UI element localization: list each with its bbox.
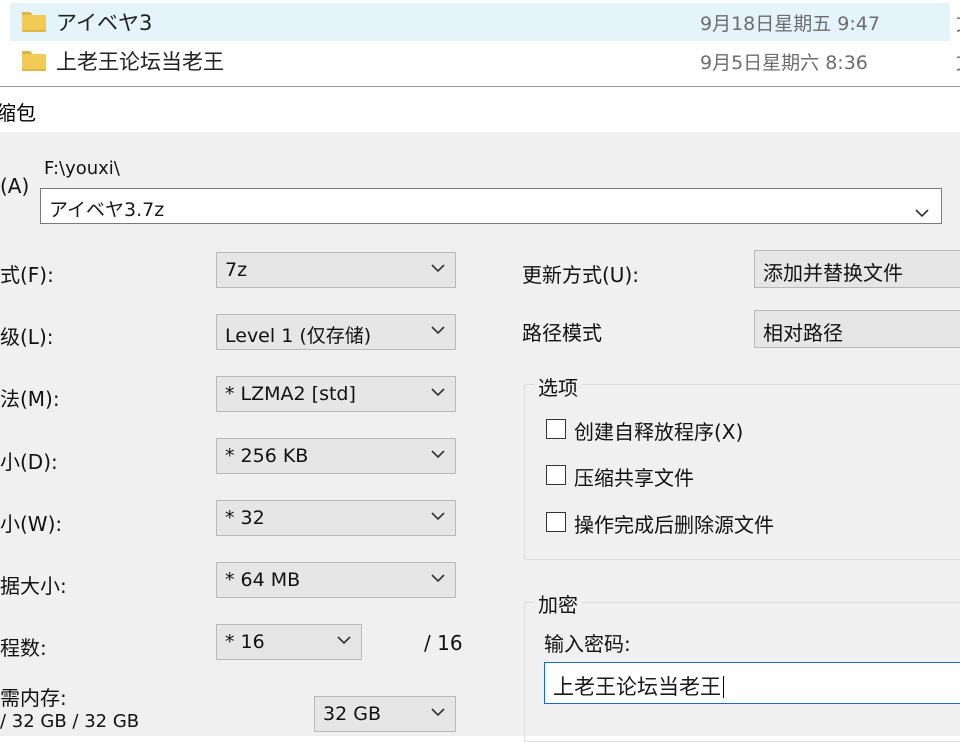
folder-icon (22, 51, 46, 71)
sfx-label[interactable]: 创建自释放程序(X) (574, 416, 743, 445)
archive-name-input[interactable]: アイベヤ3.7z (40, 188, 942, 224)
compression-level-select[interactable]: Level 1 (仅存储) (216, 314, 456, 350)
file-name: 上老王论坛当老王 (56, 50, 224, 74)
file-date: 9月5日星期六 8:36 (700, 51, 868, 74)
file-type: 文 (956, 9, 960, 36)
compression-method-select[interactable]: * LZMA2 [std] (216, 376, 456, 412)
memory-select-value: 32 GB (323, 703, 381, 725)
file-date: 9月18日星期五 9:47 (700, 12, 880, 35)
chevron-down-icon (431, 708, 445, 717)
encryption-caption: 加密 (534, 589, 582, 618)
method-value: * LZMA2 [std] (225, 383, 356, 405)
threads-value: * 16 (225, 631, 265, 653)
chevron-down-icon (431, 326, 445, 335)
chevron-down-icon (431, 388, 445, 397)
delete-after-label[interactable]: 操作完成后删除源文件 (574, 509, 774, 538)
update-mode-value: 添加并替换文件 (763, 261, 903, 285)
dialog-title: 缩包 (0, 101, 36, 125)
options-caption: 选项 (534, 372, 582, 401)
chevron-down-icon[interactable] (915, 201, 929, 223)
update-mode-select[interactable]: 添加并替换文件 (754, 250, 960, 288)
word-size-label: 小(W): (0, 512, 63, 536)
chevron-down-icon (431, 264, 445, 273)
password-label: 输入密码: (544, 632, 631, 656)
archive-name-value: アイベヤ3.7z (49, 199, 165, 221)
shared-files-label[interactable]: 压缩共享文件 (574, 462, 694, 491)
chevron-down-icon (431, 512, 445, 521)
word-size-select[interactable]: * 32 (216, 500, 456, 536)
delete-after-checkbox[interactable] (546, 512, 566, 532)
solid-block-size-label: 据大小: (0, 574, 67, 598)
memory-value: / 32 GB / 32 GB (0, 711, 140, 732)
level-value: Level 1 (仅存储) (225, 325, 372, 347)
password-input[interactable]: 上老王论坛当老王 (544, 662, 960, 704)
memory-select[interactable]: 32 GB (314, 696, 456, 732)
dictionary-size-label: 小(D): (0, 450, 58, 474)
archive-label: (A) (0, 174, 30, 198)
file-row[interactable]: 上老王论坛当老王 9月5日星期六 8:36 文 (10, 42, 960, 80)
file-row[interactable]: アイベヤ3 9月18日星期五 9:47 文 (10, 3, 960, 41)
threads-select[interactable]: * 16 (216, 624, 362, 660)
path-mode-label: 路径模式 (522, 321, 602, 345)
chevron-down-icon (431, 450, 445, 459)
archive-folder-path: F:\youxi\ (44, 158, 120, 179)
threads-label: 程数: (0, 636, 47, 660)
path-mode-value: 相对路径 (763, 321, 843, 345)
dict-value: * 256 KB (225, 445, 309, 467)
level-label: 级(L): (0, 325, 54, 349)
file-explorer-list: アイベヤ3 9月18日星期五 9:47 文 上老王论坛当老王 9月5日星期六 8… (0, 0, 960, 86)
format-select[interactable]: 7z (216, 252, 456, 288)
folder-icon (22, 12, 46, 32)
format-value: 7z (225, 259, 248, 281)
file-type: 文 (956, 48, 960, 75)
solid-block-size-select[interactable]: * 64 MB (216, 562, 456, 598)
dictionary-size-select[interactable]: * 256 KB (216, 438, 456, 474)
memory-label: 需内存: (0, 686, 67, 710)
chevron-down-icon (431, 574, 445, 583)
format-label: 式(F): (0, 263, 54, 287)
chevron-down-icon (337, 636, 351, 645)
update-mode-label: 更新方式(U): (522, 263, 639, 287)
path-mode-select[interactable]: 相对路径 (754, 310, 960, 348)
method-label: 法(M): (0, 387, 60, 411)
password-value: 上老王论坛当老王 (553, 671, 724, 701)
dialog-title-bar[interactable]: 缩包 (0, 86, 960, 133)
word-value: * 32 (225, 507, 265, 529)
sfx-checkbox[interactable] (546, 419, 566, 439)
shared-files-checkbox[interactable] (546, 465, 566, 485)
file-name: アイベヤ3 (56, 11, 153, 35)
threads-max: / 16 (424, 631, 463, 655)
solid-value: * 64 MB (225, 569, 301, 591)
text-caret (723, 676, 724, 698)
